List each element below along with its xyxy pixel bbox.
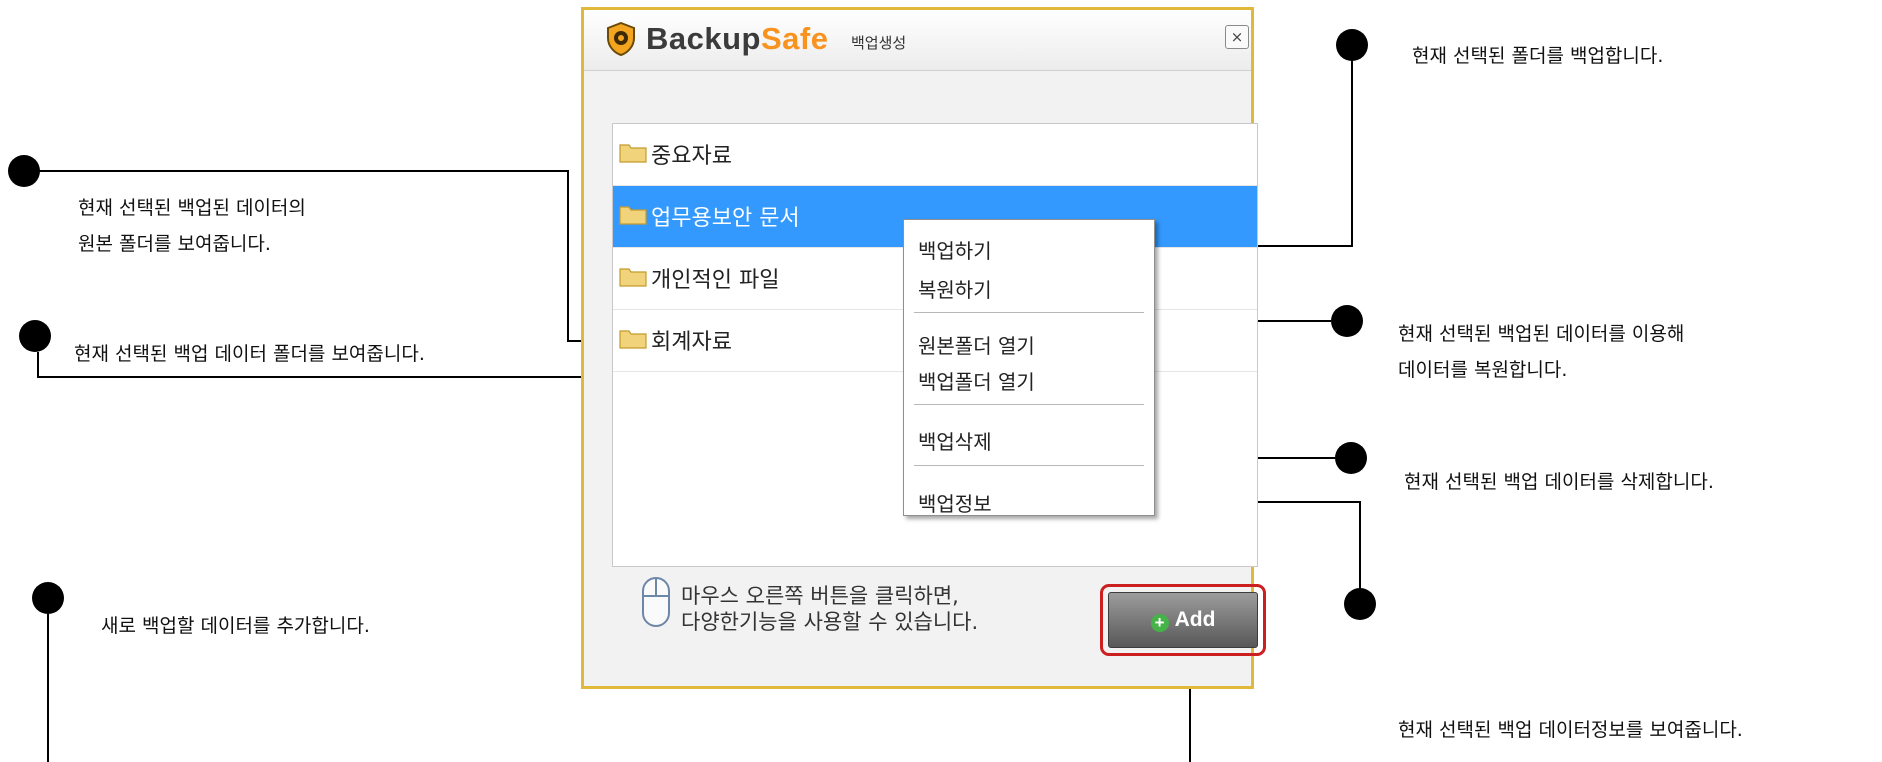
folder-icon xyxy=(619,330,647,349)
context-menu: 백업하기 복원하기 원본폴더 열기 백업폴더 열기 백업삭제 백업정보 xyxy=(903,219,1155,516)
menu-item-restore[interactable]: 복원하기 xyxy=(918,274,992,303)
bullet-delete xyxy=(1335,442,1367,474)
menu-item-backup-info[interactable]: 백업정보 xyxy=(918,488,992,517)
folder-label: 회계자료 xyxy=(651,330,732,355)
folder-label: 개인적인 파일 xyxy=(651,268,780,293)
callout-restore-line2: 데이터를 복원합니다. xyxy=(1398,359,1568,381)
bullet-original-folder xyxy=(8,155,40,187)
title-bar: BackupSafe 백업생성 × xyxy=(584,10,1251,71)
menu-item-open-original-folder[interactable]: 원본폴더 열기 xyxy=(918,330,1035,359)
callout-restore-line1: 현재 선택된 백업된 데이터를 이용해 xyxy=(1398,323,1685,345)
close-button[interactable]: × xyxy=(1225,25,1249,49)
bullet-add-data xyxy=(32,582,64,614)
folder-icon xyxy=(619,144,647,163)
folder-icon xyxy=(619,206,647,225)
callout-delete: 현재 선택된 백업 데이터를 삭제합니다. xyxy=(1404,471,1714,493)
right-click-hint: 마우스 오른쪽 버튼을 클릭하면, 다양한기능을 사용할 수 있습니다. xyxy=(681,583,978,635)
brand-logo: BackupSafe xyxy=(646,21,828,57)
bullet-info xyxy=(1344,588,1376,620)
brand-name-part-2: Safe xyxy=(760,21,829,56)
hint-line-1: 마우스 오른쪽 버튼을 클릭하면, xyxy=(681,584,959,608)
folder-label: 업무용보안 문서 xyxy=(651,206,800,231)
folder-icon xyxy=(619,268,647,287)
folder-label: 중요자료 xyxy=(651,144,732,169)
brand-name-part-1: Backup xyxy=(646,21,761,56)
callout-original-folder-line2: 원본 폴더를 보여줍니다. xyxy=(78,233,271,255)
folder-item-0[interactable]: 중요자료 xyxy=(613,124,1257,186)
bullet-backup-folder xyxy=(19,320,51,352)
add-button[interactable]: + Add xyxy=(1108,592,1258,648)
plus-icon: + xyxy=(1150,614,1169,632)
callout-backup-folder: 현재 선택된 백업 데이터 폴더를 보여줍니다. xyxy=(74,343,425,365)
callout-original-folder: 현재 선택된 백업된 데이터의 원본 폴더를 보여줍니다. xyxy=(78,190,306,262)
hint-line-2: 다양한기능을 사용할 수 있습니다. xyxy=(681,610,979,634)
add-button-label: Add xyxy=(1174,608,1216,631)
menu-separator xyxy=(914,465,1144,466)
callout-original-folder-line1: 현재 선택된 백업된 데이터의 xyxy=(78,197,306,219)
callout-info: 현재 선택된 백업 데이터정보를 보여줍니다. xyxy=(1398,719,1743,741)
window-title: 백업생성 xyxy=(851,34,907,52)
menu-separator xyxy=(914,312,1144,313)
menu-item-backup[interactable]: 백업하기 xyxy=(918,235,992,264)
mouse-icon xyxy=(642,577,670,627)
bullet-restore xyxy=(1331,305,1363,337)
menu-separator xyxy=(914,404,1144,405)
menu-item-open-backup-folder[interactable]: 백업폴더 열기 xyxy=(918,366,1035,395)
bullet-backup xyxy=(1336,29,1368,61)
shield-logo-icon xyxy=(607,22,635,56)
callout-backup: 현재 선택된 폴더를 백업합니다. xyxy=(1412,45,1664,67)
callout-restore: 현재 선택된 백업된 데이터를 이용해 데이터를 복원합니다. xyxy=(1398,316,1684,388)
callout-add-data: 새로 백업할 데이터를 추가합니다. xyxy=(101,615,370,637)
menu-item-delete-backup[interactable]: 백업삭제 xyxy=(918,426,992,455)
